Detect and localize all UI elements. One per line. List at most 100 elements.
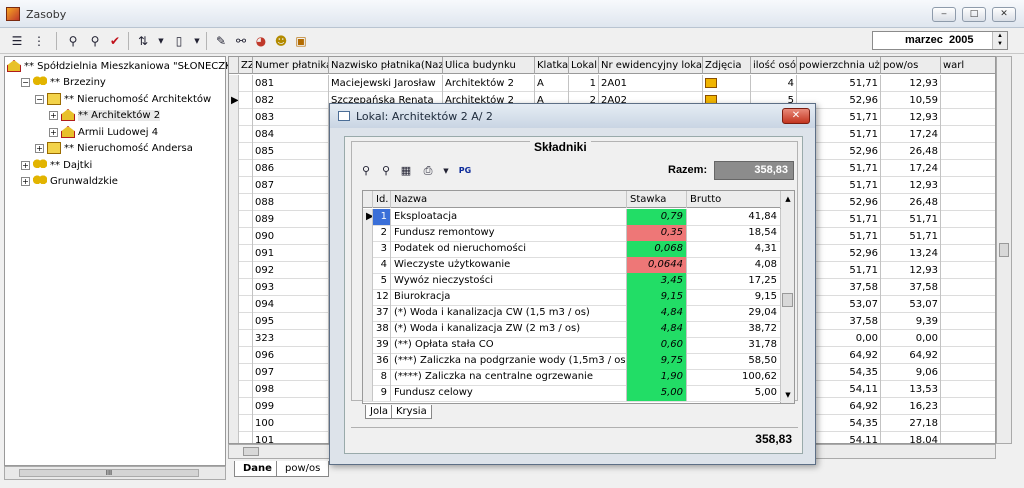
- components-scroll-thumb[interactable]: [782, 293, 793, 307]
- table-row[interactable]: 081 Maciejewski Jarosław Architektów 2 A 1 2A…: [229, 75, 995, 92]
- component-row[interactable]: 3 Podatek od nieruchomości 0,068 4,31: [363, 241, 781, 258]
- chevron-down-icon[interactable]: ▼: [438, 162, 454, 180]
- column-header[interactable]: Stawka: [627, 191, 687, 208]
- table-cell: 18,54: [687, 225, 781, 241]
- rate-cell[interactable]: 5,00: [627, 385, 687, 401]
- dialog-close-button[interactable]: ✕: [782, 108, 810, 124]
- pg-icon[interactable]: PG: [456, 162, 474, 180]
- rate-cell[interactable]: 9,75: [627, 353, 687, 369]
- check-icon[interactable]: ✔: [106, 32, 124, 50]
- people-icon[interactable]: ☻: [272, 32, 290, 50]
- rate-cell[interactable]: 3,45: [627, 273, 687, 289]
- filter-add-icon[interactable]: ⚲: [358, 162, 374, 180]
- print-icon[interactable]: ⎙: [420, 162, 436, 180]
- camera-icon[interactable]: ▣: [292, 32, 310, 50]
- column-header[interactable]: Brutto: [687, 191, 781, 208]
- grid-hscroll-thumb[interactable]: [243, 447, 259, 456]
- tab-dane[interactable]: Dane: [234, 461, 281, 477]
- details-view-icon[interactable]: ⋮: [30, 32, 48, 50]
- column-header[interactable]: Nazwisko płatnika(Nazwa firmy): [329, 57, 443, 74]
- rate-cell[interactable]: 0,79: [627, 209, 687, 225]
- tab-pow-os[interactable]: pow/os: [276, 461, 330, 477]
- tree-scroll-thumb[interactable]: III: [19, 469, 199, 477]
- pie-chart-icon[interactable]: ◕: [252, 32, 270, 50]
- rate-cell[interactable]: 1,90: [627, 369, 687, 385]
- rate-cell[interactable]: 4,84: [627, 321, 687, 337]
- component-row[interactable]: 4 Wieczyste użytkowanie 0,0644 4,08: [363, 257, 781, 274]
- tree-node[interactable]: + ** Dajtki: [21, 158, 92, 174]
- column-header[interactable]: Numer płatnika: [253, 57, 329, 74]
- column-header[interactable]: warl: [941, 57, 995, 74]
- rate-cell[interactable]: 0,068: [627, 241, 687, 257]
- component-row[interactable]: 37 (*) Woda i kanalizacja CW (1,5 m3 / os…: [363, 305, 781, 322]
- column-header[interactable]: Zdjęcia: [703, 57, 751, 74]
- minimize-button[interactable]: ‒: [932, 7, 956, 22]
- column-header[interactable]: ZZ: [239, 57, 253, 74]
- component-row[interactable]: 2 Fundusz remontowy 0,35 18,54: [363, 225, 781, 242]
- chevron-down-icon[interactable]: ▼: [152, 32, 170, 50]
- tree-node[interactable]: + ** Architektów 2: [49, 108, 161, 124]
- tree-expander-icon[interactable]: −: [35, 94, 44, 104]
- component-row[interactable]: 39 (**) Opłata stała CO 0,60 31,78: [363, 337, 781, 354]
- tree-node[interactable]: + Grunwaldzkie: [21, 174, 118, 190]
- sort-icon[interactable]: ⇅: [134, 32, 152, 50]
- rate-cell[interactable]: 0,35: [627, 225, 687, 241]
- camera-icon[interactable]: [705, 78, 717, 88]
- period-selector[interactable]: marzec 2005 ▲ ▼: [872, 31, 1008, 50]
- column-header[interactable]: Id.: [373, 191, 391, 208]
- column-header[interactable]: ilość osób: [751, 57, 797, 74]
- column-header[interactable]: Ulica budynku: [443, 57, 535, 74]
- rate-cell[interactable]: 9,15: [627, 289, 687, 305]
- binoculars-icon[interactable]: ⚯: [232, 32, 250, 50]
- tree-expander-icon[interactable]: +: [49, 127, 58, 137]
- filter-add-icon[interactable]: ⚲: [64, 32, 82, 50]
- column-header[interactable]: Nr ewidencyjny lokalu: [599, 57, 703, 74]
- component-row[interactable]: 36 (***) Zaliczka na podgrzanie wody (1,5…: [363, 353, 781, 370]
- grid-scroll-thumb[interactable]: [999, 243, 1009, 257]
- table-cell: [941, 211, 995, 228]
- component-row[interactable]: 38 (*) Woda i kanalizacja ZW (2 m3 / os) 4…: [363, 321, 781, 338]
- column-header[interactable]: pow/os: [881, 57, 941, 74]
- grid-icon[interactable]: ▦: [398, 162, 414, 180]
- period-spinner[interactable]: ▲ ▼: [992, 32, 1007, 49]
- tree-expander-icon[interactable]: +: [49, 110, 58, 120]
- tree-node[interactable]: + ** Nieruchomość Andersa: [35, 141, 193, 157]
- component-row[interactable]: 5 Wywóz nieczystości 3,45 17,25: [363, 273, 781, 290]
- component-row[interactable]: ▶ 1 Eksploatacja 0,79 41,84: [363, 209, 781, 226]
- rate-cell[interactable]: 4,84: [627, 305, 687, 321]
- edit-icon[interactable]: ✎: [212, 32, 230, 50]
- filter-remove-icon[interactable]: ⚲: [378, 162, 394, 180]
- filter-remove-icon[interactable]: ⚲: [86, 32, 104, 50]
- tree-node[interactable]: − ** Brzeziny: [21, 75, 106, 91]
- tree-expander-icon[interactable]: +: [21, 160, 30, 170]
- table-cell: (*) Woda i kanalizacja CW (1,5 m3 / os): [391, 305, 627, 321]
- component-row[interactable]: 9 Fundusz celowy 5,00 5,00: [363, 385, 781, 402]
- tree-node[interactable]: + Armii Ludowej 4: [49, 125, 158, 141]
- maximize-button[interactable]: □: [962, 7, 986, 22]
- column-header[interactable]: Klatka: [535, 57, 569, 74]
- new-document-icon[interactable]: ▯: [170, 32, 188, 50]
- rate-cell[interactable]: 0,60: [627, 337, 687, 353]
- tree-expander-icon[interactable]: +: [21, 176, 30, 186]
- column-header[interactable]: Nazwa: [391, 191, 627, 208]
- tree-expander-icon[interactable]: −: [21, 77, 30, 87]
- tree-expander-icon[interactable]: +: [35, 143, 44, 153]
- components-scrollbar[interactable]: ▲ ▼: [780, 191, 794, 403]
- scroll-up-icon[interactable]: ▲: [781, 193, 794, 205]
- rate-cell[interactable]: 0,0644: [627, 257, 687, 273]
- tree-horizontal-scrollbar[interactable]: III: [4, 466, 226, 480]
- tab-krysia[interactable]: Krysia: [391, 405, 432, 419]
- grid-vertical-scrollbar[interactable]: [996, 56, 1012, 444]
- tree-node[interactable]: − ** Nieruchomość Architektów: [35, 92, 211, 108]
- list-view-icon[interactable]: ☰: [8, 32, 26, 50]
- component-row[interactable]: 8 (****) Zaliczka na centralne ogrzewanie…: [363, 369, 781, 386]
- chevron-down-icon[interactable]: ▼: [188, 32, 206, 50]
- tree-node[interactable]: ** Spółdzielnia Mieszkaniowa "SŁONECZKO": [7, 59, 244, 75]
- table-cell: 3: [373, 241, 391, 257]
- column-header[interactable]: Lokal: [569, 57, 599, 74]
- close-window-button[interactable]: ✕: [992, 7, 1016, 22]
- scroll-down-icon[interactable]: ▼: [781, 389, 794, 401]
- column-header[interactable]: powierzchnia użyt.: [797, 57, 881, 74]
- tab-jola[interactable]: Jola: [365, 405, 393, 419]
- component-row[interactable]: 12 Biurokracja 9,15 9,15: [363, 289, 781, 306]
